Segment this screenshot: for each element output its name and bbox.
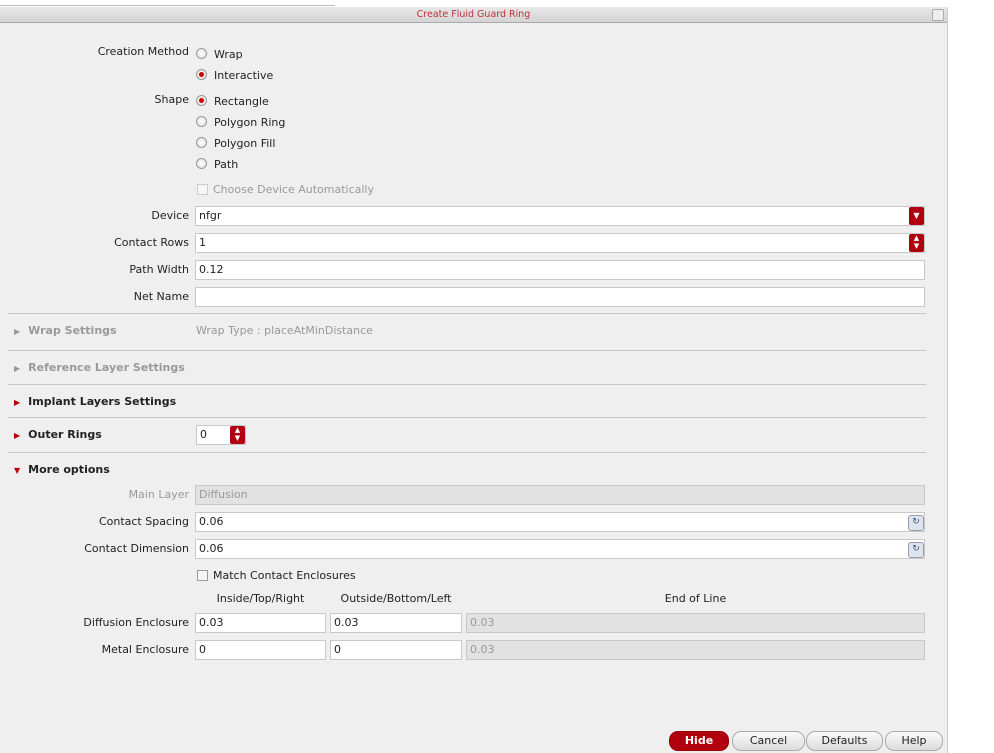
net-name-input[interactable] (195, 287, 925, 307)
shape-label: Shape (154, 93, 189, 106)
radio-wrap[interactable] (196, 48, 207, 59)
metal-end-of-line-input: 0.03 (466, 640, 925, 660)
column-header: End of Line (664, 592, 727, 605)
contact-rows-stepper[interactable]: 1 (195, 233, 925, 253)
expand-triangle-icon: ▶ (14, 431, 21, 440)
column-header: Inside/Top/Right (216, 592, 305, 605)
stepper-arrows-icon[interactable]: ▲ ▼ (909, 234, 924, 252)
radio-polygon-ring-label[interactable]: Polygon Ring (214, 116, 285, 129)
hide-button[interactable]: Hide (669, 731, 729, 751)
divider (8, 417, 926, 418)
path-width-input[interactable]: 0.12 (195, 260, 925, 280)
metal-inside-input[interactable]: 0 (195, 640, 326, 660)
more-options-section[interactable]: ▼ More options (14, 463, 110, 476)
radio-polygon-fill[interactable] (196, 137, 207, 148)
column-header: Outside/Bottom/Left (340, 592, 452, 605)
diffusion-outside-input[interactable]: 0.03 (330, 613, 462, 633)
divider (8, 350, 926, 351)
main-layer-label: Main Layer (128, 488, 189, 501)
divider (8, 452, 926, 453)
main-layer-input: Diffusion (195, 485, 925, 505)
diffusion-end-of-line-input: 0.03 (466, 613, 925, 633)
radio-rectangle-label[interactable]: Rectangle (214, 95, 269, 108)
radio-interactive-label[interactable]: Interactive (214, 69, 273, 82)
stepper-arrows-icon[interactable]: ▲ ▼ (230, 426, 245, 444)
refresh-icon[interactable]: ↻ (908, 515, 924, 531)
contact-dimension-input[interactable]: 0.06 (195, 539, 925, 559)
collapse-triangle-icon: ▼ (14, 466, 21, 475)
device-label: Device (151, 209, 189, 222)
contact-dimension-label: Contact Dimension (84, 542, 189, 555)
create-fluid-guard-ring-dialog: Create Fluid Guard Ring Creation Method … (0, 7, 948, 753)
chevron-down-icon[interactable]: ▼ (909, 207, 924, 225)
metal-enclosure-label: Metal Enclosure (101, 643, 189, 656)
refresh-icon[interactable]: ↻ (908, 542, 924, 558)
path-width-value: 0.12 (199, 263, 224, 276)
match-contact-enclosures-label: Match Contact Enclosures (213, 569, 356, 582)
outer-rings-section[interactable]: ▶ Outer Rings (14, 428, 102, 441)
defaults-button[interactable]: Defaults (806, 731, 883, 751)
choose-device-checkbox[interactable] (197, 184, 208, 195)
path-width-label: Path Width (129, 263, 189, 276)
window-menu-button[interactable] (932, 9, 944, 21)
implant-layers-settings-section[interactable]: ▶ Implant Layers Settings (14, 395, 176, 408)
wrap-type-text: Wrap Type : placeAtMinDistance (196, 324, 373, 337)
contact-spacing-label: Contact Spacing (98, 515, 189, 528)
metal-outside-input[interactable]: 0 (330, 640, 462, 660)
radio-rectangle[interactable] (196, 95, 207, 106)
creation-method-label: Creation Method (97, 45, 189, 58)
choose-device-label: Choose Device Automatically (213, 183, 374, 196)
radio-interactive[interactable] (196, 69, 207, 80)
title-bar: Create Fluid Guard Ring (0, 7, 947, 23)
radio-path-label[interactable]: Path (214, 158, 238, 171)
divider (8, 384, 926, 385)
help-button[interactable]: Help (885, 731, 943, 751)
expand-triangle-icon: ▶ (14, 364, 21, 373)
window-title: Create Fluid Guard Ring (416, 9, 531, 20)
diffusion-inside-input[interactable]: 0.03 (195, 613, 326, 633)
reference-layer-settings-section[interactable]: ▶ Reference Layer Settings (14, 361, 185, 374)
cancel-button[interactable]: Cancel (732, 731, 805, 751)
net-name-label: Net Name (133, 290, 189, 303)
match-contact-enclosures-checkbox[interactable] (197, 570, 208, 581)
expand-triangle-icon: ▶ (14, 327, 21, 336)
diffusion-enclosure-label: Diffusion Enclosure (83, 616, 189, 629)
expand-triangle-icon: ▶ (14, 398, 21, 407)
radio-polygon-fill-label[interactable]: Polygon Fill (214, 137, 275, 150)
radio-wrap-label[interactable]: Wrap (214, 48, 243, 61)
divider (8, 313, 926, 314)
device-value: nfgr (199, 209, 222, 222)
contact-rows-label: Contact Rows (114, 236, 189, 249)
radio-polygon-ring[interactable] (196, 116, 207, 127)
radio-path[interactable] (196, 158, 207, 169)
device-select[interactable]: nfgr (195, 206, 925, 226)
wrap-settings-section[interactable]: ▶ Wrap Settings (14, 324, 117, 337)
background-line (0, 5, 335, 6)
contact-rows-value: 1 (199, 236, 206, 249)
contact-spacing-input[interactable]: 0.06 (195, 512, 925, 532)
